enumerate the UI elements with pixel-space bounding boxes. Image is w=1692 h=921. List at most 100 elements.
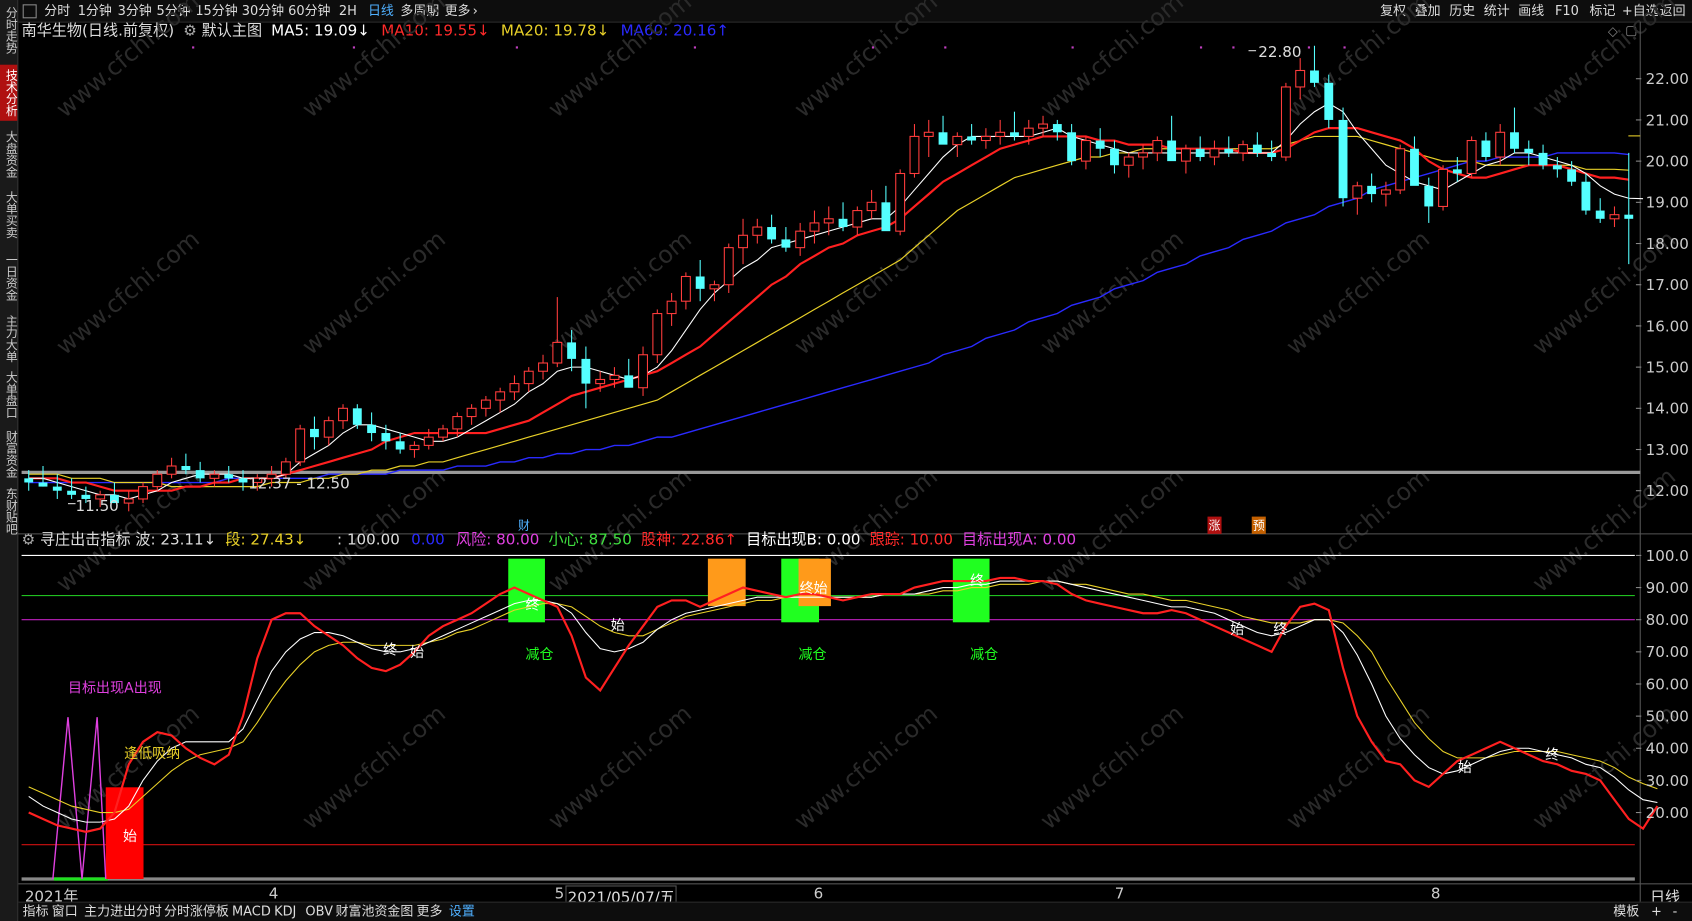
bottom-tab-more[interactable]: 更多	[417, 904, 443, 920]
indicator-genzong: 跟踪: 10.00	[869, 531, 953, 549]
watermark-text: www.cfchi.com	[1035, 699, 1189, 835]
price-tick-label: 13.00	[1646, 441, 1689, 459]
bottom-tab-obv[interactable]: OBV	[305, 904, 333, 920]
candle	[295, 424, 306, 466]
indicator-mubiao-b: 目标出现B: 0.00	[746, 531, 861, 549]
bottom-tab-zhuli[interactable]: 主力进出分时	[84, 904, 162, 920]
label-zhong: 终	[1273, 622, 1287, 638]
candle-body	[352, 408, 362, 425]
candle	[1280, 82, 1291, 162]
candle-body	[795, 230, 806, 249]
candle-body	[338, 407, 348, 422]
bottom-tab-chuangkou[interactable]: 窗口	[52, 904, 78, 920]
candle-body	[567, 342, 577, 359]
template-button[interactable]: 模板	[1613, 904, 1639, 920]
candle	[1367, 173, 1377, 203]
candle-body	[709, 284, 720, 290]
candle-body	[1438, 168, 1449, 207]
candle	[1123, 152, 1134, 178]
signal-dot	[693, 46, 697, 49]
candle-body	[1595, 210, 1605, 219]
signal-dot	[944, 46, 947, 49]
watermark-text: www.cfchi.com	[1035, 0, 1189, 123]
candle-body	[723, 247, 734, 286]
badge-zhang[interactable]: 涨	[1207, 516, 1222, 534]
candle-body	[452, 416, 463, 430]
candle-body	[923, 131, 934, 137]
candle	[795, 222, 806, 256]
candle-body	[195, 470, 205, 479]
candle-body	[1524, 148, 1534, 153]
label-jiancang: 减仓	[526, 647, 554, 663]
bottom-tab-settings[interactable]: 设置	[449, 904, 475, 920]
low-label: 11.50	[76, 498, 119, 515]
candle-body	[638, 354, 648, 389]
candle-body	[367, 424, 377, 434]
candle	[1195, 136, 1205, 162]
watermark-text: www.cfchi.com	[1035, 225, 1189, 361]
watermark-text: www.cfchi.com	[51, 0, 205, 123]
zoom-in-button[interactable]: +	[1651, 904, 1662, 920]
candle-body	[1424, 185, 1434, 207]
bottom-tab-zhibiao[interactable]: 指标	[23, 904, 49, 920]
candle-body	[1624, 214, 1634, 219]
watermark-layer: www.cfchi.com www.cfchi.com www.cfchi.com w…	[51, 0, 1681, 835]
indicator-name[interactable]: 寻庄出击指标	[40, 532, 131, 549]
candle-body	[995, 131, 1006, 137]
date-label-4: 4	[268, 885, 279, 903]
label-zhong: 终	[383, 643, 397, 659]
zoom-out-button[interactable]: -	[1673, 904, 1678, 920]
candle	[1352, 181, 1363, 215]
candle	[1595, 198, 1605, 223]
candle	[938, 115, 948, 145]
candle	[1510, 107, 1519, 153]
bottom-tab-kdj[interactable]: KDJ	[274, 904, 296, 920]
indicator-tick-label: 50.00	[1646, 708, 1689, 726]
candle-body	[1538, 152, 1548, 166]
candle-body	[1280, 86, 1291, 158]
indicator-tick-label: 100.0	[1646, 547, 1689, 565]
candle	[466, 404, 477, 425]
watermark-text: www.cfchi.com	[1281, 699, 1435, 835]
candle-body	[838, 218, 848, 228]
indicator-settings-icon[interactable]: ⚙	[22, 532, 36, 549]
bottom-tab-caifuchi[interactable]: 财富池资金图	[336, 904, 414, 920]
candle-body	[952, 135, 963, 146]
orange-bar-1	[707, 558, 746, 607]
signal-dot	[1307, 46, 1311, 49]
badge-yu[interactable]: 预	[1251, 516, 1266, 534]
price-tick-label: 12.00	[1646, 482, 1689, 500]
signal-dot	[352, 46, 356, 49]
candle-body	[752, 226, 763, 236]
indicator-duan: 段: 27.43↓	[225, 531, 307, 549]
candle-body	[409, 444, 420, 451]
candle-body	[1380, 189, 1391, 195]
candle-body	[595, 378, 606, 385]
date-label-5: 5	[554, 885, 565, 903]
candle-body	[581, 358, 591, 384]
candle-body	[695, 276, 705, 289]
bottom-tab-zhangting[interactable]: 分时涨停板	[164, 904, 229, 920]
candle-body	[1410, 148, 1419, 186]
candle-body	[209, 473, 220, 479]
candle-body	[1252, 144, 1262, 153]
chart-canvas[interactable]: www.cfchi.com www.cfchi.com www.cfchi.com w…	[0, 0, 1692, 921]
watermark-text: www.cfchi.com	[543, 0, 697, 123]
price-tick-label: 17.00	[1646, 276, 1689, 294]
candle-body	[295, 428, 306, 463]
bottom-tab-macd[interactable]: MACD	[232, 904, 271, 920]
indicator-fengxian: 风险: 80.00	[456, 531, 540, 549]
price-tick-label: 21.00	[1646, 111, 1689, 129]
candle-body	[1338, 119, 1348, 199]
candle	[1152, 136, 1163, 162]
candle	[738, 218, 749, 265]
candle	[866, 189, 877, 219]
candle	[323, 416, 334, 446]
candle	[1410, 136, 1419, 186]
candle-body	[1167, 140, 1177, 162]
candle-body	[52, 486, 62, 491]
watermark-text: www.cfchi.com	[51, 225, 205, 361]
candle	[823, 206, 834, 236]
candle	[367, 412, 377, 442]
indicator-tick-label: 90.00	[1646, 579, 1689, 597]
